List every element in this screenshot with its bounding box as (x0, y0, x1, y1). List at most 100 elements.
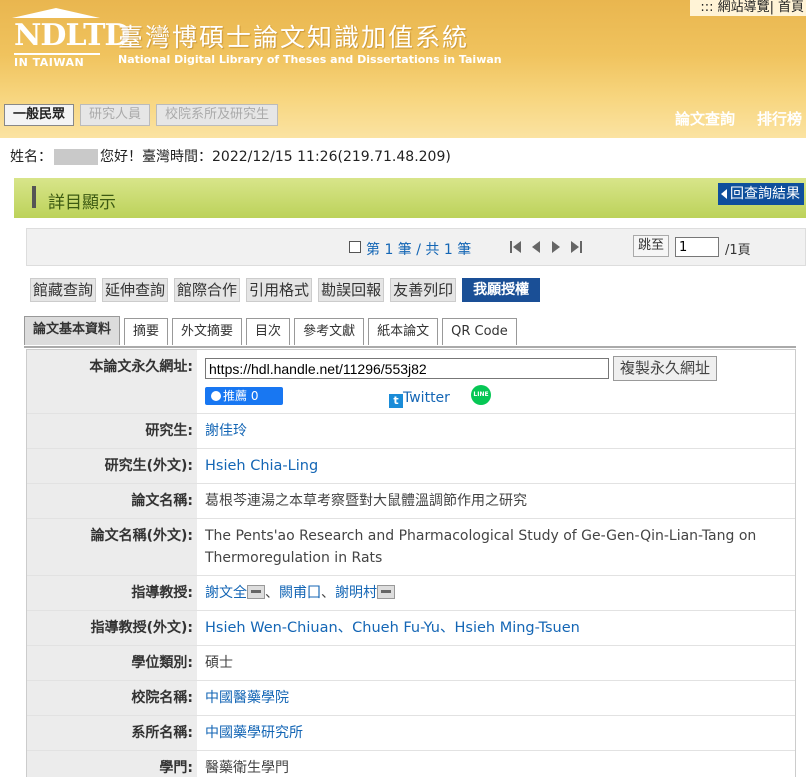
report-error-button[interactable]: 勘誤回報 (318, 278, 385, 302)
twitter-share-link[interactable]: t Twitter (389, 387, 450, 409)
row-label: 研究生(外文): (27, 449, 197, 483)
name-label: 姓名： (10, 149, 52, 165)
row-label: 本論文永久網址: (27, 350, 197, 413)
home-link[interactable]: 首頁 (778, 0, 804, 15)
library-icon[interactable] (377, 585, 395, 599)
record-tabs: 論文基本資料 摘要 外文摘要 目次 參考文獻 紙本論文 QR Code (24, 316, 517, 345)
back-to-results-button[interactable]: 回查詢結果 (718, 183, 804, 205)
nav-thesis-search[interactable]: 論文查詢 (675, 108, 735, 129)
first-page-icon[interactable] (510, 240, 522, 254)
site-header: ::: 網站導覽| 首頁 NDLTD IN TAIWAN 臺灣博碩士論文知識加值系… (0, 0, 806, 138)
row-label: 學門: (27, 751, 197, 777)
role-tab-public[interactable]: 一般民眾 (4, 104, 75, 126)
print-button[interactable]: 友善列印 (390, 278, 457, 302)
top-links: ::: 網站導覽| 首頁 (690, 0, 806, 16)
facebook-recommend-button[interactable]: 推薦 0 (205, 387, 283, 405)
copy-permalink-button[interactable]: 複製永久網址 (613, 356, 718, 381)
nav-ranking[interactable]: 排行榜 (757, 108, 802, 129)
citation-format-button[interactable]: 引用格式 (246, 278, 313, 302)
row-value: 謝佳玲 (197, 414, 795, 448)
row-value: 複製永久網址 推薦 0 tTwitter LINE (197, 350, 795, 413)
student-name-en-link[interactable]: Hsieh Chia-Ling (205, 458, 318, 474)
next-page-icon[interactable] (550, 240, 562, 254)
twitter-label: Twitter (403, 390, 450, 406)
table-row: 系所名稱: 中國藥學研究所 (27, 716, 795, 751)
interlibrary-button[interactable]: 館際合作 (174, 278, 241, 302)
tab-print-thesis[interactable]: 紙本論文 (368, 318, 439, 345)
redacted-name (54, 149, 98, 165)
user-greeting: 姓名： 您好！臺灣時間：2022/12/15 11:26(219.71.48.20… (10, 146, 451, 166)
tab-qr-code[interactable]: QR Code (442, 318, 517, 345)
facebook-label: 推薦 0 (223, 389, 259, 403)
main-nav: 論文查詢 排行榜 (675, 108, 802, 129)
site-map-link[interactable]: ::: 網站導覽 (700, 0, 769, 15)
tab-toc[interactable]: 目次 (246, 318, 291, 345)
twitter-icon: t (389, 394, 403, 408)
last-page-icon[interactable] (570, 240, 582, 254)
row-value: The Pents'ao Research and Pharmacologica… (205, 528, 757, 566)
table-row: 研究生(外文): Hsieh Chia-Ling (27, 449, 795, 484)
prev-page-icon[interactable] (530, 240, 542, 254)
student-name-link[interactable]: 謝佳玲 (205, 423, 247, 439)
row-value: 謝文全 、闕甫囗、謝明村 (197, 576, 795, 610)
detail-panel: 詳目顯示 回查詢結果 第 1 筆 / 共 1 筆 跳至 /1頁 館藏查詢 延伸查… (14, 178, 806, 777)
table-row: 指導教授(外文): Hsieh Wen-Chiuan、Chueh Fu-Yu、H… (27, 611, 795, 646)
tab-foreign-abstract[interactable]: 外文摘要 (172, 318, 243, 345)
tab-references[interactable]: 參考文獻 (294, 318, 365, 345)
tab-basic-info[interactable]: 論文基本資料 (24, 316, 121, 345)
tab-underline (24, 346, 796, 348)
logo-subtext: IN TAIWAN (14, 53, 100, 69)
extended-search-button[interactable]: 延伸查詢 (102, 278, 169, 302)
role-tab-school[interactable]: 校院系所及研究生 (156, 104, 279, 126)
page-total: /1頁 (725, 243, 751, 258)
advisor-link[interactable]: 謝明村 (335, 585, 377, 601)
row-value: Hsieh Wen-Chiuan、Chueh Fu-Yu、Hsieh Ming-… (197, 611, 795, 645)
department-link[interactable]: 中國藥學研究所 (205, 725, 303, 741)
advisor-link[interactable]: 謝文全 (205, 585, 247, 601)
tool-buttons: 館藏查詢 延伸查詢 館際合作 引用格式 勘誤回報 友善列印 我願授權 (30, 278, 541, 302)
table-row: 學門: 醫藥衛生學門 (27, 751, 795, 777)
facebook-icon (211, 391, 221, 401)
ndltd-logo[interactable]: NDLTD IN TAIWAN (12, 6, 130, 69)
authorize-button[interactable]: 我願授權 (462, 278, 541, 302)
table-row: 論文名稱(外文): The Pents'ao Research and Phar… (27, 519, 795, 576)
row-value: 醫藥衛生學門 (205, 760, 289, 776)
pager-arrows (510, 240, 582, 254)
row-value: 碩士 (205, 655, 233, 671)
table-row: 本論文永久網址: 複製永久網址 推薦 0 tTwitter LINE (27, 350, 795, 414)
row-value: 中國醫藥學院 (197, 681, 795, 715)
jump-page-input[interactable] (675, 237, 719, 257)
logo-text: NDLTD (14, 18, 130, 53)
table-row: 論文名稱: 葛根芩連湯之本草考察暨對大鼠體溫調節作用之研究 (27, 484, 795, 519)
advisor-en-link[interactable]: Hsieh Wen-Chiuan、Chueh Fu-Yu、Hsieh Ming-… (205, 620, 580, 636)
panel-title: 詳目顯示 (48, 193, 116, 213)
library-icon[interactable] (247, 585, 265, 599)
row-label: 校院名稱: (27, 681, 197, 715)
share-bar: 推薦 0 t Twitter LINE (205, 385, 787, 409)
table-row: 學位類別: 碩士 (27, 646, 795, 681)
role-tab-researcher[interactable]: 研究人員 (80, 104, 151, 126)
select-record-checkbox[interactable] (349, 241, 361, 253)
jump-button[interactable]: 跳至 (633, 235, 670, 257)
role-tabs: 一般民眾 研究人員 校院系所及研究生 (4, 104, 279, 126)
row-label: 指導教授: (27, 576, 197, 610)
logo-roof-shape (12, 6, 100, 18)
advisor-link[interactable]: 闕甫囗 (279, 585, 321, 601)
institution-link[interactable]: 中國醫藥學院 (205, 690, 289, 706)
row-value: 中國藥學研究所 (197, 716, 795, 750)
row-label: 系所名稱: (27, 716, 197, 750)
record-pager: 第 1 筆 / 共 1 筆 跳至 /1頁 (26, 228, 806, 266)
row-label: 論文名稱(外文): (27, 519, 197, 575)
site-title-zh: 臺灣博碩士論文知識加值系統 (118, 23, 470, 52)
table-row: 研究生: 謝佳玲 (27, 414, 795, 449)
tab-abstract[interactable]: 摘要 (124, 318, 169, 345)
row-label: 論文名稱: (27, 484, 197, 518)
holdings-search-button[interactable]: 館藏查詢 (30, 278, 97, 302)
permalink-input[interactable] (205, 358, 609, 379)
line-share-icon[interactable]: LINE (471, 385, 491, 405)
row-label: 研究生: (27, 414, 197, 448)
panel-title-bar (32, 186, 36, 208)
record-table: 本論文永久網址: 複製永久網址 推薦 0 tTwitter LINE 研究生: … (26, 349, 796, 777)
table-row: 校院名稱: 中國醫藥學院 (27, 681, 795, 716)
record-count: 第 1 筆 / 共 1 筆 (366, 242, 472, 258)
